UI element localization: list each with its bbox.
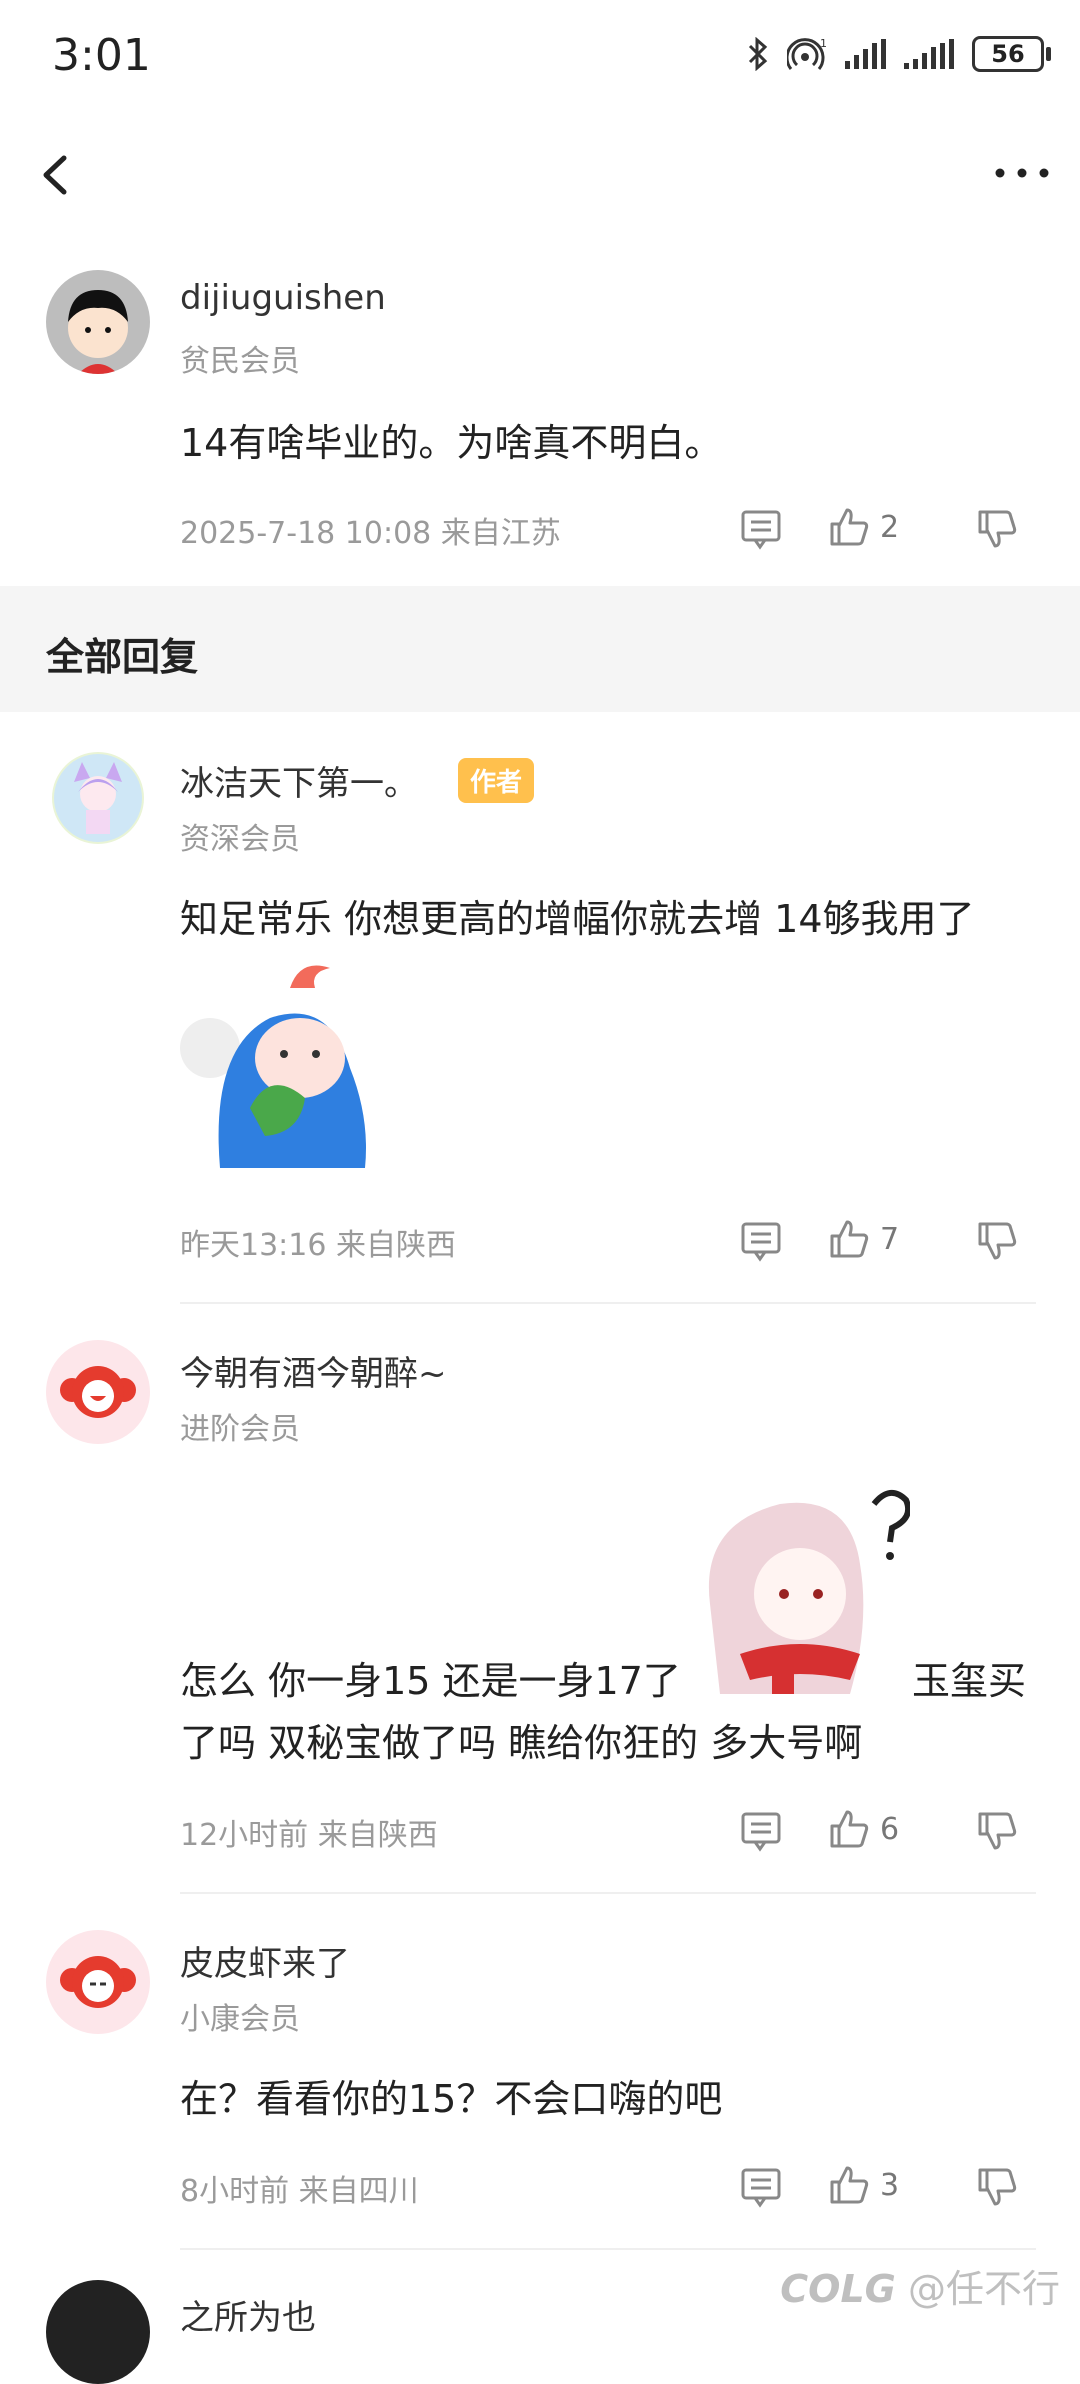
reply-divider	[180, 1892, 1036, 1894]
sticker-image	[180, 958, 388, 1170]
reply-content-line2: 了吗 双秘宝做了吗 瞧给你狂的 多大号啊	[180, 1721, 863, 1765]
reply-time-location: 昨天13:16 来自陕西	[180, 1228, 456, 1263]
like-count: 7	[880, 1221, 900, 1257]
signal-icon	[845, 39, 886, 69]
post-time-location: 2025-7-18 10:08 来自江苏	[180, 516, 561, 551]
thumbs-down-icon[interactable]	[976, 508, 1018, 550]
reply-user-level: 小康会员	[180, 2002, 300, 2037]
reply-time-location: 12小时前 来自陕西	[180, 1818, 438, 1853]
reply-time-location: 8小时前 来自四川	[180, 2174, 419, 2209]
battery-icon: 56	[972, 36, 1051, 72]
back-icon[interactable]	[36, 150, 76, 200]
reply-content-line1-end: 玉玺买	[912, 1659, 1027, 1703]
like-count: 6	[880, 1811, 900, 1847]
comment-icon[interactable]	[740, 2166, 782, 2208]
svg-text:1: 1	[820, 37, 827, 50]
reply-content: 在？看看你的15？不会口嗨的吧	[180, 2077, 723, 2121]
thumbs-up-icon	[830, 2166, 869, 2204]
post-content: 14有啥毕业的。为啥真不明白。	[180, 421, 723, 465]
thumbs-up-icon	[830, 1220, 869, 1258]
avatar[interactable]	[52, 752, 144, 844]
thumbs-down-icon[interactable]	[976, 1220, 1018, 1262]
status-time: 3:01	[52, 30, 151, 81]
reply-content: 知足常乐 你想更高的增幅你就去增 14够我用了	[180, 897, 975, 941]
comment-icon[interactable]	[740, 1220, 782, 1262]
thumbs-down-icon[interactable]	[976, 2166, 1018, 2208]
reply-username[interactable]: 皮皮虾来了	[180, 1936, 350, 1985]
signal-icon-2	[904, 39, 954, 69]
reply-content-line1: 怎么 你一身15 还是一身17了	[180, 1659, 681, 1703]
comment-icon[interactable]	[740, 508, 782, 550]
more-icon[interactable]	[992, 158, 1052, 188]
thumbs-up-icon	[830, 508, 869, 546]
author-badge: 作者	[458, 758, 535, 803]
like-button[interactable]: 7	[828, 1218, 899, 1260]
reply-username[interactable]: 之所为也	[180, 2290, 316, 2339]
hotspot-icon: 1	[787, 37, 827, 70]
post-username[interactable]: dijiuguishen	[180, 278, 386, 318]
avatar[interactable]	[46, 270, 150, 374]
like-button[interactable]: 6	[828, 1808, 899, 1850]
watermark: COLG @任不行	[780, 2258, 1060, 2313]
avatar[interactable]	[46, 1930, 150, 2034]
reply-divider	[180, 2248, 1036, 2250]
reply-user-level: 进阶会员	[180, 1412, 300, 1447]
section-title: 全部回复	[46, 635, 199, 679]
like-button[interactable]: 3	[828, 2164, 899, 2206]
reply-user-level: 资深会员	[180, 822, 300, 857]
avatar[interactable]	[46, 2280, 150, 2384]
reply-username[interactable]: 冰洁天下第一。	[180, 756, 418, 805]
like-count: 3	[880, 2167, 900, 2203]
post-user-level: 贫民会员	[180, 344, 300, 379]
bluetooth-icon	[748, 37, 768, 71]
status-icons: 1 56	[747, 36, 1051, 72]
thumbs-down-icon[interactable]	[976, 1810, 1018, 1852]
reply-divider	[180, 1302, 1036, 1304]
like-button[interactable]: 2	[828, 506, 899, 548]
like-count: 2	[880, 509, 900, 545]
sticker-image	[700, 1484, 910, 1694]
avatar[interactable]	[46, 1340, 150, 1444]
watermark-logo: COLG	[780, 2267, 896, 2311]
watermark-text: @任不行	[907, 2267, 1060, 2311]
comment-icon[interactable]	[740, 1810, 782, 1852]
reply-username[interactable]: 今朝有酒今朝醉~	[180, 1346, 447, 1395]
thumbs-up-icon	[830, 1810, 869, 1848]
